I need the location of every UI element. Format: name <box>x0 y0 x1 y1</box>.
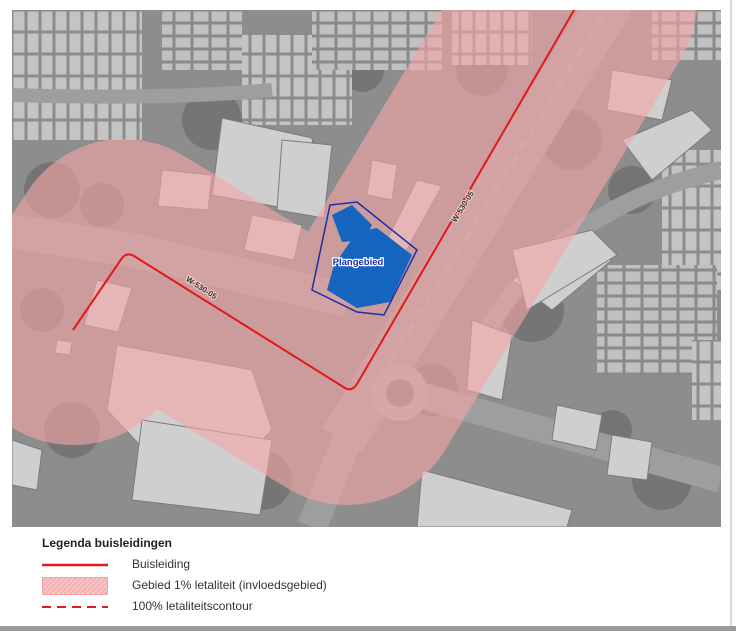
legend-item-pipeline: Buisleiding <box>42 556 642 574</box>
legend-item-label: Buisleiding <box>132 557 191 571</box>
frame-border <box>730 0 732 626</box>
map-canvas: Plangebied W-530-05 W-530-05 <box>12 10 721 527</box>
legend-title: Legenda buisleidingen <box>42 536 173 550</box>
bottom-border <box>0 626 736 631</box>
legend-item-impact-zone: Gebied 1% letaliteit (invloedsgebied) <box>42 577 642 595</box>
plan-area-label: Plangebied <box>333 257 384 268</box>
hatched-fill-symbol-icon <box>42 577 108 595</box>
legend-item-lethality-contour: 100% letaliteitscontour <box>42 598 642 616</box>
legend-item-label: Gebied 1% letaliteit (invloedsgebied) <box>132 578 327 592</box>
legend-item-label: 100% letaliteitscontour <box>132 599 253 613</box>
dashed-line-symbol-icon <box>42 606 108 608</box>
legend: Legenda buisleidingen Buisleiding Gebied… <box>12 527 721 625</box>
aerial-map[interactable]: Plangebied W-530-05 W-530-05 <box>12 10 721 527</box>
map-figure: Plangebied W-530-05 W-530-05 Legenda bui… <box>0 0 736 631</box>
solid-line-symbol-icon <box>42 563 108 567</box>
